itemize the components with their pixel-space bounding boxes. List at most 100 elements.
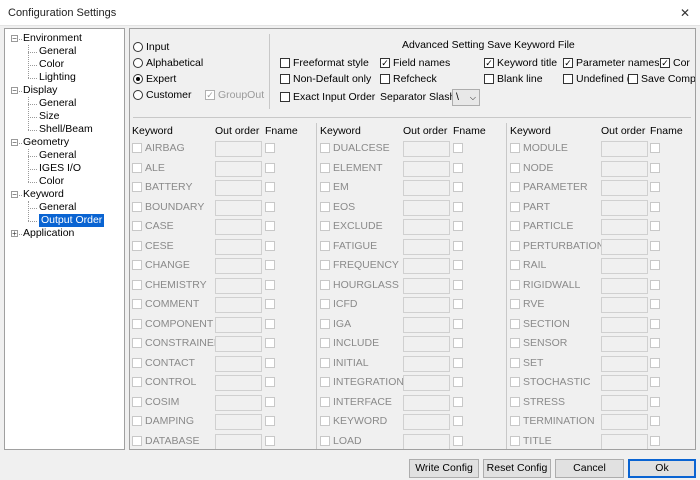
out-order-field[interactable] [403, 414, 450, 430]
out-order-field[interactable] [215, 336, 262, 352]
keyword-checkbox[interactable] [320, 260, 330, 270]
keyword-checkbox[interactable] [132, 338, 142, 348]
out-order-field[interactable] [215, 160, 262, 177]
fname-checkbox[interactable] [453, 396, 463, 407]
keyword-checkbox[interactable] [320, 279, 330, 290]
keyword-checkbox[interactable] [132, 221, 142, 231]
out-order-field[interactable] [601, 238, 648, 255]
keyword-checkbox[interactable] [320, 221, 330, 231]
fname-checkbox[interactable] [265, 338, 275, 348]
out-order-field[interactable] [601, 141, 648, 157]
fname-checkbox[interactable] [453, 377, 463, 387]
fname-checkbox[interactable] [265, 240, 275, 251]
keyword-checkbox[interactable] [132, 377, 142, 387]
out-order-field[interactable] [601, 414, 648, 430]
undefined-checkbox[interactable] [563, 74, 573, 84]
out-order-field[interactable] [601, 199, 648, 216]
keyword-checkbox[interactable] [320, 201, 330, 212]
tree-item-application[interactable]: Application [23, 227, 74, 240]
input-radio[interactable] [133, 42, 143, 52]
out-order-field[interactable] [215, 180, 262, 196]
keyword-checkbox[interactable] [510, 143, 520, 153]
tree-item-size[interactable]: Size [39, 110, 59, 123]
refcheck-checkbox[interactable] [380, 74, 390, 84]
fname-checkbox[interactable] [453, 221, 463, 231]
cor-checkbox[interactable]: ✓ [660, 58, 670, 68]
fname-checkbox[interactable] [265, 162, 275, 173]
tree-item-keyword[interactable]: Keyword [23, 188, 64, 201]
ok-button[interactable]: Ok [628, 459, 696, 478]
keyword-checkbox[interactable] [510, 318, 520, 329]
keyword-checkbox[interactable] [320, 377, 330, 387]
keyword-checkbox[interactable] [132, 435, 142, 446]
keyword-checkbox[interactable] [510, 396, 520, 407]
keyword-checkbox[interactable] [132, 182, 142, 192]
non-default-checkbox[interactable] [280, 74, 290, 84]
tree-item-geometry[interactable]: Geometry [23, 136, 69, 149]
fname-checkbox[interactable] [265, 299, 275, 309]
fname-checkbox[interactable] [650, 162, 660, 173]
freeformat-checkbox[interactable] [280, 58, 290, 68]
tree-item-iges-i-o[interactable]: IGES I/O [39, 162, 81, 175]
keyword-checkbox[interactable] [132, 318, 142, 329]
fname-checkbox[interactable] [650, 318, 660, 329]
keyword-checkbox[interactable] [132, 299, 142, 309]
out-order-field[interactable] [215, 433, 262, 449]
out-order-field[interactable] [601, 219, 648, 235]
tree-item-display[interactable]: Display [23, 84, 57, 97]
fname-checkbox[interactable] [650, 279, 660, 290]
tree-item-shell-beam[interactable]: Shell/Beam [39, 123, 93, 136]
out-order-field[interactable] [403, 375, 450, 391]
keyword-checkbox[interactable] [320, 435, 330, 446]
out-order-field[interactable] [403, 219, 450, 235]
out-order-field[interactable] [601, 433, 648, 449]
fname-checkbox[interactable] [453, 182, 463, 192]
alphabetical-radio[interactable] [133, 58, 143, 68]
fname-checkbox[interactable] [265, 396, 275, 407]
cancel-button[interactable]: Cancel [555, 459, 624, 478]
fname-checkbox[interactable] [453, 260, 463, 270]
keyword-checkbox[interactable] [320, 182, 330, 192]
fname-checkbox[interactable] [453, 435, 463, 446]
fname-checkbox[interactable] [650, 299, 660, 309]
tree-item-color[interactable]: Color [39, 175, 64, 188]
out-order-field[interactable] [215, 394, 262, 411]
out-order-field[interactable] [403, 258, 450, 274]
fname-checkbox[interactable] [650, 377, 660, 387]
blank-line-checkbox[interactable] [484, 74, 494, 84]
keyword-checkbox[interactable] [132, 162, 142, 173]
fname-checkbox[interactable] [265, 435, 275, 446]
fname-checkbox[interactable] [265, 357, 275, 368]
fname-checkbox[interactable] [265, 182, 275, 192]
fname-checkbox[interactable] [453, 357, 463, 368]
fname-checkbox[interactable] [650, 338, 660, 348]
fname-checkbox[interactable] [265, 416, 275, 426]
exact-input-order-checkbox[interactable] [280, 92, 290, 102]
groupout-checkbox[interactable]: ✓ [205, 90, 215, 100]
keyword-checkbox[interactable] [320, 143, 330, 153]
out-order-field[interactable] [215, 316, 262, 333]
keyword-checkbox[interactable] [510, 182, 520, 192]
fname-checkbox[interactable] [650, 240, 660, 251]
out-order-field[interactable] [601, 316, 648, 333]
out-order-field[interactable] [403, 199, 450, 216]
out-order-field[interactable] [403, 141, 450, 157]
out-order-field[interactable] [601, 394, 648, 411]
out-order-field[interactable] [601, 375, 648, 391]
keyword-checkbox[interactable] [510, 338, 520, 348]
fname-checkbox[interactable] [453, 416, 463, 426]
fname-checkbox[interactable] [265, 221, 275, 231]
out-order-field[interactable] [215, 258, 262, 274]
out-order-field[interactable] [601, 160, 648, 177]
out-order-field[interactable] [601, 355, 648, 372]
expert-radio[interactable] [133, 74, 143, 84]
out-order-field[interactable] [601, 297, 648, 313]
tree-item-environment[interactable]: Environment [23, 32, 82, 45]
keyword-checkbox[interactable] [510, 260, 520, 270]
fname-checkbox[interactable] [265, 279, 275, 290]
fname-checkbox[interactable] [650, 182, 660, 192]
tree-item-general[interactable]: General [39, 201, 76, 214]
fname-checkbox[interactable] [453, 318, 463, 329]
keyword-checkbox[interactable] [510, 221, 520, 231]
keyword-checkbox[interactable] [510, 201, 520, 212]
